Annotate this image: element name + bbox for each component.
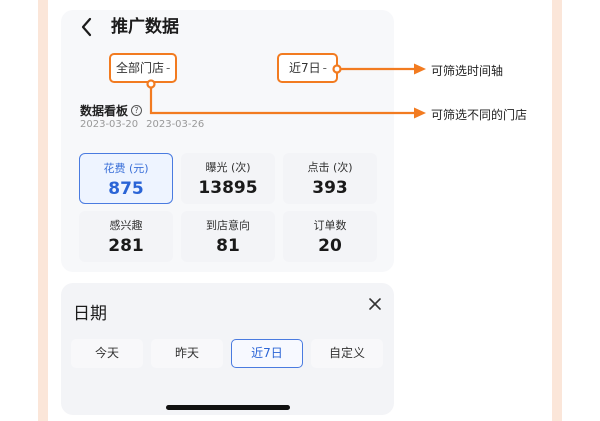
metric-label: 点击 (次) <box>307 161 353 174</box>
metric-value: 281 <box>108 236 144 256</box>
date-range: 2023-03-20 2023-03-26 <box>80 119 212 130</box>
metric-clicks[interactable]: 点击 (次) 393 <box>283 153 377 204</box>
metric-value: 875 <box>108 179 144 199</box>
data-board-title-text: 数据看板 <box>80 104 129 118</box>
home-indicator <box>166 405 290 410</box>
range-today-button[interactable]: 今天 <box>71 339 143 368</box>
store-filter[interactable]: 全部门店 - <box>109 53 177 83</box>
dropdown-dash-icon: - <box>166 61 171 75</box>
metric-orders[interactable]: 订单数 20 <box>283 211 377 262</box>
metric-label: 花费 (元) <box>103 162 149 175</box>
metric-interested[interactable]: 感兴趣 281 <box>79 211 173 262</box>
help-icon[interactable]: ? <box>131 105 143 116</box>
range-yesterday-button[interactable]: 昨天 <box>151 339 223 368</box>
metrics-grid: 花费 (元) 875 曝光 (次) 13895 点击 (次) 393 感兴趣 2… <box>79 153 377 265</box>
metric-value: 81 <box>216 236 240 256</box>
date-picker-sheet: 日期 今天 昨天 近7日 自定义 <box>61 283 394 415</box>
metric-label: 感兴趣 <box>109 219 143 232</box>
data-board-title: 数据看板 ? <box>80 102 143 119</box>
page-title: 推广数据 <box>111 17 179 37</box>
metric-visit-intent[interactable]: 到店意向 81 <box>181 211 275 262</box>
metric-value: 393 <box>312 178 348 198</box>
metric-cost[interactable]: 花费 (元) 875 <box>79 153 173 204</box>
date-start: 2023-03-20 <box>80 119 139 130</box>
left-decor-stripe <box>38 0 48 421</box>
time-filter[interactable]: 近7日 - <box>277 53 338 83</box>
metric-label: 订单数 <box>313 219 347 232</box>
annotation-store-filter: 可筛选不同的门店 <box>431 108 528 122</box>
range-custom-button[interactable]: 自定义 <box>311 339 383 368</box>
store-filter-label: 全部门店 <box>116 61 165 75</box>
metric-value: 13895 <box>198 178 258 198</box>
close-icon[interactable] <box>368 297 382 311</box>
metric-label: 到店意向 <box>206 219 250 232</box>
sheet-title: 日期 <box>73 304 107 324</box>
metric-label: 曝光 (次) <box>205 161 251 174</box>
dropdown-dash-icon: - <box>322 61 327 75</box>
time-filter-label: 近7日 <box>289 61 321 75</box>
metric-value: 20 <box>318 236 342 256</box>
metric-impressions[interactable]: 曝光 (次) 13895 <box>181 153 275 204</box>
date-range-options: 今天 昨天 近7日 自定义 <box>71 339 383 369</box>
back-icon[interactable] <box>79 16 95 38</box>
right-decor-stripe <box>552 0 562 421</box>
range-last7days-button[interactable]: 近7日 <box>231 339 303 368</box>
annotation-time-filter: 可筛选时间轴 <box>431 64 504 78</box>
date-end: 2023-03-26 <box>146 119 205 130</box>
header: 推广数据 <box>61 10 394 44</box>
